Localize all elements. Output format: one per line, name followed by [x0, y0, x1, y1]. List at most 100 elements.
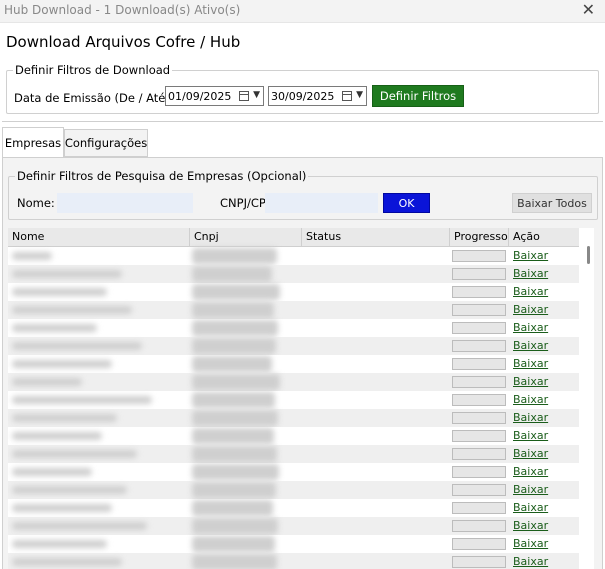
- table-row[interactable]: Baixar: [8, 355, 579, 373]
- column-header-cnpj[interactable]: Cnpj: [190, 228, 302, 246]
- calendar-icon[interactable]: [342, 91, 352, 101]
- chevron-down-icon[interactable]: ▼: [253, 90, 260, 100]
- tab-empresas[interactable]: Empresas: [2, 127, 64, 158]
- column-header-nome[interactable]: Nome: [8, 228, 190, 246]
- column-header-acao[interactable]: Ação: [509, 228, 579, 246]
- row-progress-bar: [452, 412, 506, 424]
- company-name-redacted: [12, 486, 127, 494]
- company-cnpj-redacted: [192, 320, 278, 336]
- download-link[interactable]: Baixar: [513, 339, 548, 352]
- table-row[interactable]: Baixar: [8, 283, 579, 301]
- table-row[interactable]: Baixar: [8, 481, 579, 499]
- table-row[interactable]: Baixar: [8, 373, 579, 391]
- company-cnpj-redacted: [192, 392, 275, 408]
- ok-button[interactable]: OK: [383, 193, 430, 213]
- download-link[interactable]: Baixar: [513, 411, 548, 424]
- table-row[interactable]: Baixar: [8, 517, 579, 535]
- company-name-redacted: [12, 504, 112, 512]
- company-name-redacted: [12, 450, 137, 458]
- company-cnpj-redacted: [192, 266, 272, 282]
- close-icon[interactable]: ✕: [582, 0, 595, 19]
- download-link[interactable]: Baixar: [513, 537, 548, 550]
- download-filters-group: Definir Filtros de Download Data de Emis…: [6, 63, 599, 114]
- table-row[interactable]: Baixar: [8, 319, 579, 337]
- table-row[interactable]: Baixar: [8, 499, 579, 517]
- table-row[interactable]: Baixar: [8, 265, 579, 283]
- company-cnpj-redacted: [192, 248, 277, 264]
- name-input[interactable]: [57, 193, 193, 213]
- row-progress-bar: [452, 430, 506, 442]
- row-progress-bar: [452, 268, 506, 280]
- company-cnpj-redacted: [192, 554, 277, 569]
- company-name-redacted: [12, 306, 132, 314]
- scrollbar-thumb[interactable]: [587, 246, 590, 264]
- company-cnpj-redacted: [192, 284, 280, 300]
- calendar-icon[interactable]: [239, 91, 249, 101]
- download-link[interactable]: Baixar: [513, 519, 548, 532]
- row-progress-bar: [452, 358, 506, 370]
- row-progress-bar: [452, 322, 506, 334]
- download-link[interactable]: Baixar: [513, 375, 548, 388]
- column-header-progresso[interactable]: Progresso: [450, 228, 509, 246]
- tab-configuracoes[interactable]: Configurações: [64, 129, 148, 157]
- row-progress-bar: [452, 466, 506, 478]
- title-bar: Hub Download - 1 Download(s) Ativo(s) ✕: [0, 0, 605, 23]
- row-progress-bar: [452, 502, 506, 514]
- download-link[interactable]: Baixar: [513, 303, 548, 316]
- company-name-redacted: [12, 540, 107, 548]
- table-row[interactable]: Baixar: [8, 553, 579, 569]
- company-name-redacted: [12, 558, 122, 566]
- main-content: Download Arquivos Cofre / Hub Definir Fi…: [0, 23, 605, 569]
- name-label: Nome:: [17, 196, 55, 210]
- table-row[interactable]: Baixar: [8, 301, 579, 319]
- grid-header: Nome Cnpj Status Progresso Ação: [8, 228, 579, 247]
- vertical-scrollbar[interactable]: [583, 246, 594, 569]
- company-cnpj-redacted: [192, 500, 273, 516]
- company-name-redacted: [12, 270, 122, 278]
- download-link[interactable]: Baixar: [513, 321, 548, 334]
- date-to-picker[interactable]: 30/09/2025 ▼: [268, 86, 367, 106]
- row-progress-bar: [452, 448, 506, 460]
- row-progress-bar: [452, 520, 506, 532]
- download-link[interactable]: Baixar: [513, 501, 548, 514]
- cnpj-input[interactable]: [265, 193, 378, 213]
- table-row[interactable]: Baixar: [8, 427, 579, 445]
- chevron-down-icon[interactable]: ▼: [356, 90, 363, 100]
- table-row[interactable]: Baixar: [8, 445, 579, 463]
- table-row[interactable]: Baixar: [8, 247, 579, 265]
- window-title: Hub Download - 1 Download(s) Ativo(s): [4, 3, 241, 17]
- download-link[interactable]: Baixar: [513, 465, 548, 478]
- company-name-redacted: [12, 414, 117, 422]
- page-title: Download Arquivos Cofre / Hub: [6, 33, 241, 51]
- company-name-redacted: [12, 468, 92, 476]
- row-progress-bar: [452, 376, 506, 388]
- download-link[interactable]: Baixar: [513, 555, 548, 568]
- apply-filters-button[interactable]: Definir Filtros: [372, 85, 464, 107]
- download-link[interactable]: Baixar: [513, 447, 548, 460]
- company-name-redacted: [12, 324, 97, 332]
- row-progress-bar: [452, 250, 506, 262]
- download-link[interactable]: Baixar: [513, 483, 548, 496]
- download-link[interactable]: Baixar: [513, 267, 548, 280]
- download-link[interactable]: Baixar: [513, 429, 548, 442]
- company-name-redacted: [12, 396, 152, 404]
- company-cnpj-redacted: [192, 302, 274, 318]
- column-header-status[interactable]: Status: [302, 228, 450, 246]
- download-link[interactable]: Baixar: [513, 393, 548, 406]
- company-cnpj-redacted: [192, 518, 278, 534]
- row-progress-bar: [452, 286, 506, 298]
- date-from-picker[interactable]: 01/09/2025 ▼: [165, 86, 264, 106]
- table-row[interactable]: Baixar: [8, 463, 579, 481]
- download-link[interactable]: Baixar: [513, 249, 548, 262]
- table-row[interactable]: Baixar: [8, 409, 579, 427]
- companies-grid: Nome Cnpj Status Progresso Ação Baixar Ba…: [8, 228, 594, 569]
- company-cnpj-redacted: [192, 356, 272, 372]
- download-link[interactable]: Baixar: [513, 285, 548, 298]
- download-link[interactable]: Baixar: [513, 357, 548, 370]
- table-row[interactable]: Baixar: [8, 391, 579, 409]
- download-all-button[interactable]: Baixar Todos: [512, 193, 592, 213]
- table-row[interactable]: Baixar: [8, 337, 579, 355]
- company-cnpj-redacted: [192, 482, 276, 498]
- table-row[interactable]: Baixar: [8, 535, 579, 553]
- company-name-redacted: [12, 288, 107, 296]
